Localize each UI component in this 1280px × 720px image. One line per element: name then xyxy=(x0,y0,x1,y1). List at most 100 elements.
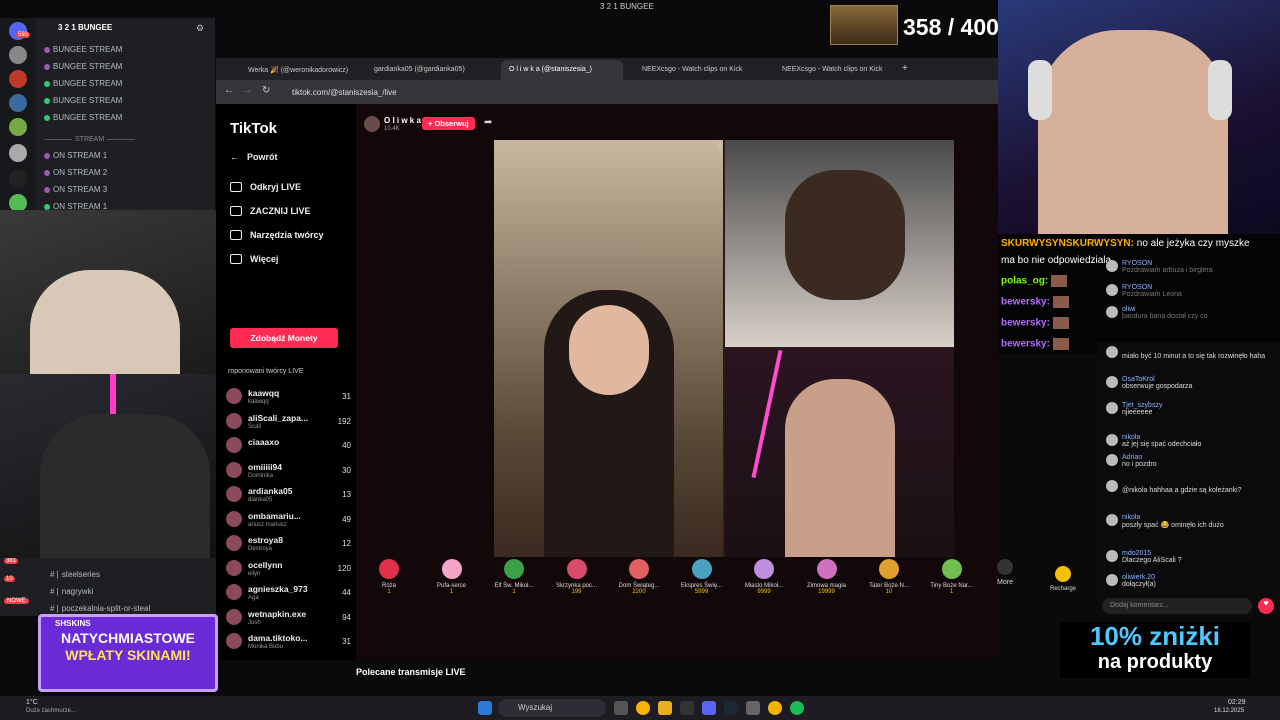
follow-button[interactable]: + Obserwuj xyxy=(422,117,475,130)
server-icon[interactable] xyxy=(9,70,27,88)
recommended-creator[interactable]: estroya8 Destroya 12 xyxy=(226,533,351,557)
creator-name: ardianka05 xyxy=(248,486,293,496)
gift-item[interactable]: Ekspres Świę... 5999 xyxy=(673,559,731,595)
live-comment[interactable]: nikola aż jej się spać odechciało xyxy=(1106,434,1272,448)
live-comment[interactable]: Adrian no i pozdro xyxy=(1106,454,1272,468)
forward-icon[interactable]: → xyxy=(242,85,252,96)
voice-channel[interactable]: BUNGEE STREAM xyxy=(44,113,122,122)
gift-item[interactable]: Dom Świąteg... 2200 xyxy=(610,559,668,595)
recommended-creator[interactable]: ardianka05 dianka05 13 xyxy=(226,484,351,508)
host-avatar[interactable] xyxy=(364,116,380,132)
task-view-icon[interactable] xyxy=(614,701,628,715)
browser-tab[interactable]: gardianka05 (@gardianka05) xyxy=(366,60,491,80)
live-comment[interactable]: nikola poszły spać 😂 ominęło ich dużo xyxy=(1106,514,1272,529)
recommended-creator[interactable]: agnieszka_973 Aga 44 xyxy=(226,582,351,606)
recommended-creator[interactable]: aliScali_zapa... Scali 192 xyxy=(226,411,351,435)
more-gifts-button[interactable]: More xyxy=(976,559,1034,586)
nav-more[interactable]: Więcej xyxy=(230,254,278,264)
steam-icon[interactable] xyxy=(724,701,738,715)
live-comment[interactable]: RYOSON Pozdrawiam arbuza i birglera xyxy=(1106,260,1272,274)
gift-item[interactable]: Pufa-serce 1 xyxy=(423,559,481,595)
gift-item[interactable]: Róża 1 xyxy=(360,559,418,595)
recommended-creator[interactable]: dama.tiktoko... Monika Bubu 31 xyxy=(226,631,351,655)
gift-item[interactable]: Tater Boże N... 10 xyxy=(860,559,918,595)
server-icon[interactable] xyxy=(9,46,27,64)
live-comment[interactable]: oliwi bandura bana dostał czy co xyxy=(1106,306,1272,320)
recommended-creator[interactable]: ocellynn ellyn 120 xyxy=(226,558,351,582)
recommended-creator[interactable]: ciaaaxo 40 xyxy=(226,435,351,459)
host-name[interactable]: O l i w k a xyxy=(384,116,421,125)
chrome-icon[interactable] xyxy=(768,701,782,715)
video-tile-guest-2[interactable] xyxy=(725,349,954,557)
obs-icon[interactable] xyxy=(746,701,760,715)
spotify-icon[interactable] xyxy=(790,701,804,715)
live-comment[interactable]: mdo2015 Dlaczego AliScali ? xyxy=(1106,550,1272,564)
weather-temp[interactable]: 1°C xyxy=(26,699,38,706)
clock-date[interactable]: 18.12.2025 xyxy=(1214,708,1244,714)
gift-item[interactable]: Skrzynka poc... 199 xyxy=(548,559,606,595)
text-channel[interactable]: # | nagrywki xyxy=(50,587,93,596)
voice-channel[interactable]: BUNGEE STREAM xyxy=(44,79,122,88)
voice-channel[interactable]: ON STREAM 3 xyxy=(44,185,107,194)
live-comment[interactable]: OsaToKrol obserwuje gospodarza xyxy=(1106,376,1272,390)
nav-start-live[interactable]: ZACZNIJ LIVE xyxy=(230,206,311,216)
folder-icon[interactable] xyxy=(658,701,672,715)
live-comment[interactable]: miało być 10 minut a to się tak rozwinęł… xyxy=(1106,346,1272,360)
gift-item[interactable]: Zimowa magia 19999 xyxy=(798,559,856,595)
back-icon[interactable]: ← xyxy=(224,85,234,96)
windows-start-icon[interactable] xyxy=(478,701,492,715)
voice-channel[interactable]: ON STREAM 1 xyxy=(44,151,107,160)
browser-tab[interactable]: NEEXcsgo - Watch clips on Kick xyxy=(774,60,894,80)
nav-creator-tools[interactable]: Narzędzia twórcy xyxy=(230,230,324,240)
tiktok-logo[interactable]: TikTok xyxy=(230,120,277,137)
chrome-icon[interactable] xyxy=(636,701,650,715)
weather-desc[interactable]: Duże zachmurze... xyxy=(26,708,76,714)
server-icon[interactable] xyxy=(9,94,27,112)
voice-channel[interactable]: BUNGEE STREAM xyxy=(44,62,122,71)
recommended-creator[interactable]: omiiiii94 Dominika 30 xyxy=(226,460,351,484)
recommended-creator[interactable]: kaawqq kaawqq 31 xyxy=(226,386,351,410)
video-tile-host[interactable] xyxy=(494,140,723,557)
layout-icon[interactable]: ⫼ xyxy=(718,142,722,152)
category-header[interactable]: ———— STREAM ———— xyxy=(44,136,135,143)
live-comment[interactable]: Tjet_szybszy njieeeeee xyxy=(1106,402,1272,416)
app-icon[interactable] xyxy=(680,701,694,715)
heart-icon[interactable]: ♥ xyxy=(1258,598,1274,614)
text-channel[interactable]: # | poczekalnia-split-or-steal xyxy=(50,604,150,613)
voice-channel[interactable]: ON STREAM 2 xyxy=(44,168,107,177)
gift-item[interactable]: Elf Św. Mikoł... 1 xyxy=(485,559,543,595)
comment-input[interactable]: Dodaj komentarz... xyxy=(1102,598,1252,614)
browser-tab[interactable]: NEEXcsgo - Watch clips on Kick xyxy=(634,60,764,80)
share-icon[interactable]: ➦ xyxy=(484,117,492,128)
voice-channel[interactable]: BUNGEE STREAM xyxy=(44,96,122,105)
recharge-button[interactable]: Recharge xyxy=(1040,566,1086,592)
browser-tab-active[interactable]: O l i w k a (@staniszesia_) xyxy=(501,60,623,80)
get-coins-button[interactable]: Zdobądź Monety xyxy=(230,328,338,348)
live-comment[interactable]: oliwierk.20 dołączył(a) xyxy=(1106,574,1272,588)
creator-name: ocellynn xyxy=(248,559,283,570)
server-icon[interactable] xyxy=(9,170,27,188)
nav-back[interactable]: ← Powrót xyxy=(230,152,278,162)
voice-channel[interactable]: BUNGEE STREAM xyxy=(44,45,122,54)
add-member-icon[interactable]: ⚙ xyxy=(196,23,204,34)
reload-icon[interactable]: ↻ xyxy=(262,85,270,96)
new-tab-icon[interactable]: + xyxy=(902,63,908,74)
text-channel[interactable]: # | steelseries xyxy=(50,570,100,579)
live-comment[interactable]: RYOSON Pozdrawiam Leona xyxy=(1106,284,1272,298)
gift-item[interactable]: Miasto Mikoł... 9999 xyxy=(735,559,793,595)
server-icon[interactable] xyxy=(9,118,27,136)
clock-time[interactable]: 02:29 xyxy=(1228,699,1246,706)
discord-icon[interactable] xyxy=(702,701,716,715)
recommended-creator[interactable]: wetnapkin.exe Josh 94 xyxy=(226,607,351,631)
server-name[interactable]: 3 2 1 BUNGEE xyxy=(58,23,112,32)
nav-discover-live[interactable]: Odkryj LIVE xyxy=(230,182,301,192)
server-icon[interactable] xyxy=(9,144,27,162)
browser-tab[interactable]: Werka 🎉 (@weronikadorowicz) xyxy=(240,60,362,80)
url-field[interactable]: tiktok.com/@staniszesia_/live xyxy=(286,84,986,100)
live-comment[interactable]: @nikola hahhaa a gdzie są koleżanki? xyxy=(1106,480,1272,494)
recommended-creator[interactable]: ombamariu... ariusz mariusz 49 xyxy=(226,509,351,533)
video-tile-guest-1[interactable] xyxy=(725,140,954,347)
taskbar-search[interactable]: Wyszukaj xyxy=(498,699,606,717)
gift-item[interactable]: Tiny Boże Nar... 1 xyxy=(923,559,981,595)
streamer-webcam xyxy=(998,0,1280,234)
